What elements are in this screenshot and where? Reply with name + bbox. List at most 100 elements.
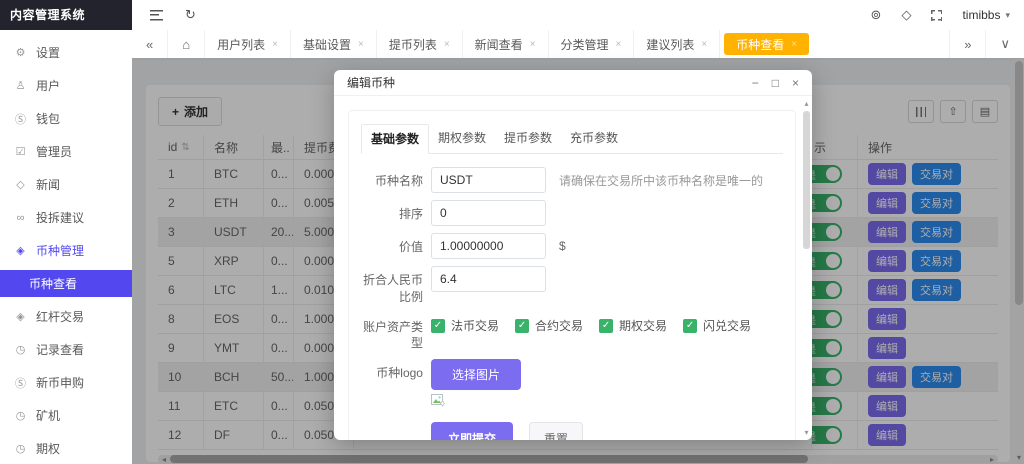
value-input[interactable] (431, 233, 546, 259)
submit-button[interactable]: 立即提交 (431, 422, 513, 440)
admins-icon: ☑ (13, 145, 28, 158)
close-tab-icon[interactable]: × (272, 39, 278, 50)
modal-tab-基础参数[interactable]: 基础参数 (361, 124, 429, 154)
sidebar-item-label: 钱包 (36, 110, 60, 127)
checkbox-checked-icon[interactable]: ✓ (599, 319, 613, 333)
collapse-menu-icon[interactable] (150, 10, 163, 21)
user-menu[interactable]: timibbs ▾ (962, 8, 1010, 22)
tabbar-tabs: 用户列表×基础设置×提币列表×新闻查看×分类管理×建议列表×币种查看× (205, 30, 813, 58)
field-label-cny-ratio: 折合人民币比例 (361, 266, 423, 306)
sidebar-item-label: 管理员 (36, 143, 72, 160)
sidebar-item-users[interactable]: ♙用户 (0, 69, 132, 102)
tab-建议列表[interactable]: 建议列表 × (634, 30, 720, 58)
sidebar-item-miner[interactable]: ◷矿机 (0, 399, 132, 432)
tabbar: « ⌂ 用户列表×基础设置×提币列表×新闻查看×分类管理×建议列表×币种查看× … (132, 30, 1024, 58)
tab-用户列表[interactable]: 用户列表× (205, 30, 291, 58)
tab-label: 新闻查看 (475, 36, 523, 53)
sidebar-item-options[interactable]: ◷期权 (0, 432, 132, 464)
close-tab-icon[interactable]: × (530, 39, 536, 50)
logo-broken-image-icon (431, 394, 445, 407)
sidebar-item-lever-trade[interactable]: ◈红杆交易 (0, 300, 132, 333)
new-coin-icon: Ⓢ (13, 375, 28, 391)
sidebar-item-news[interactable]: ◇ 新闻 (0, 168, 132, 201)
asset-type-option[interactable]: ✓ 闪兑交易 (683, 317, 751, 334)
field-label-coin-name: 币种名称 (361, 167, 423, 190)
tabs-forward-icon[interactable]: » (949, 30, 985, 58)
modal-scroll-up-icon[interactable]: ▴ (802, 99, 811, 108)
choose-image-button[interactable]: 选择图片 (431, 359, 521, 390)
close-icon[interactable]: × (792, 77, 799, 89)
modal-scrollbar-thumb[interactable] (803, 111, 810, 249)
app-title: 内容管理系统 (0, 0, 132, 30)
tab-新闻查看[interactable]: 新闻查看 × (463, 30, 549, 58)
miner-icon: ◷ (13, 409, 28, 422)
sidebar-item-record-view[interactable]: ◷记录查看 (0, 333, 132, 366)
tab-提币列表[interactable]: 提币列表× (377, 30, 463, 58)
reset-button[interactable]: 重置 (529, 422, 583, 440)
checkbox-checked-icon[interactable]: ✓ (431, 319, 445, 333)
minimize-icon[interactable]: − (752, 77, 759, 89)
checkbox-checked-icon[interactable]: ✓ (683, 319, 697, 333)
close-tab-icon[interactable]: × (701, 39, 707, 50)
sidebar-item-label: 设置 (36, 44, 60, 61)
asset-type-option[interactable]: ✓ 法币交易 (431, 317, 499, 334)
sidebar-menu: ⚙ 设置 ♙用户 Ⓢ 钱包 ☑ 管理员 ◇ 新闻 ∞投拆建议◈币种管理币种查看 ◈红杆交易◷记录查看… (0, 30, 132, 464)
tab-label: 建议列表 (646, 36, 694, 53)
fullscreen-icon[interactable] (931, 10, 942, 21)
checkbox-label: 合约交易 (535, 317, 583, 334)
user-caret-icon: ▾ (1005, 10, 1010, 21)
close-tab-icon[interactable]: × (791, 39, 797, 50)
modal-scrollbar[interactable]: ▴ ▾ (802, 97, 811, 439)
sidebar-item-settings[interactable]: ⚙ 设置 (0, 36, 132, 69)
checkbox-checked-icon[interactable]: ✓ (515, 319, 529, 333)
modal-body: 基础参数期权参数提币参数充币参数 币种名称 请确保在交易所中该币种名称是唯一的 … (334, 96, 812, 440)
sidebar-item-new-coin[interactable]: Ⓢ新币申购 (0, 366, 132, 399)
cny-ratio-input[interactable] (431, 266, 546, 292)
tab-分类管理[interactable]: 分类管理× (549, 30, 635, 58)
modal-tab-提币参数[interactable]: 提币参数 (495, 124, 561, 154)
checkbox-label: 期权交易 (619, 317, 667, 334)
tab-币种查看[interactable]: 币种查看 × (724, 33, 809, 55)
refresh-icon[interactable]: ↻ (185, 7, 196, 23)
close-tab-icon[interactable]: × (616, 39, 622, 50)
tabs-more-icon[interactable]: ∨ (985, 30, 1024, 58)
tab-label: 币种查看 (736, 36, 784, 53)
field-label-value: 价值 (361, 233, 423, 256)
theme-icon[interactable]: ⊚ (871, 7, 882, 23)
value-suffix: $ (559, 239, 566, 253)
sidebar-item-suggestions[interactable]: ∞投拆建议 (0, 201, 132, 234)
sidebar-item-label: 投拆建议 (36, 209, 84, 226)
asset-type-option[interactable]: ✓ 合约交易 (515, 317, 583, 334)
sidebar-item-label: 用户 (36, 77, 60, 94)
asset-type-options: ✓ 法币交易 ✓ 合约交易 ✓ 期权交易 ✓ 闪兑交易 (431, 313, 767, 339)
wallet-icon: Ⓢ (13, 111, 28, 127)
coin-name-input[interactable] (431, 167, 546, 193)
options-icon: ◷ (13, 442, 28, 455)
tabs-back-icon[interactable]: « (132, 30, 168, 58)
checkbox-label: 闪兑交易 (703, 317, 751, 334)
modal-tab-充币参数[interactable]: 充币参数 (561, 124, 627, 154)
lever-trade-icon: ◈ (13, 310, 28, 323)
sidebar-item-label: 新闻 (36, 176, 60, 193)
tag-icon[interactable]: ◇ (901, 7, 911, 23)
news-icon: ◇ (13, 178, 28, 191)
sidebar-item-admins[interactable]: ☑ 管理员 (0, 135, 132, 168)
settings-icon: ⚙ (13, 46, 28, 59)
coin-manage-icon: ◈ (13, 244, 28, 257)
record-view-icon: ◷ (13, 343, 28, 356)
asset-type-option[interactable]: ✓ 期权交易 (599, 317, 667, 334)
modal-tab-期权参数[interactable]: 期权参数 (429, 124, 495, 154)
username: timibbs (962, 8, 1000, 22)
sort-input[interactable] (431, 200, 546, 226)
close-tab-icon[interactable]: × (444, 39, 450, 50)
maximize-icon[interactable]: □ (772, 77, 779, 89)
sidebar-item-wallet[interactable]: Ⓢ 钱包 (0, 102, 132, 135)
modal-scroll-down-icon[interactable]: ▾ (802, 428, 811, 437)
tab-基础设置[interactable]: 基础设置× (291, 30, 377, 58)
sidebar-item-coin-view[interactable]: 币种查看 (0, 270, 132, 297)
sidebar-item-coin-manage[interactable]: ◈币种管理 (0, 234, 132, 267)
edit-coin-modal: 编辑币种 − □ × 基础参数期权参数提币参数充币参数 币种名称 请确保在交易所… (334, 70, 812, 440)
home-icon[interactable]: ⌂ (168, 30, 205, 58)
close-tab-icon[interactable]: × (358, 39, 364, 50)
checkbox-label: 法币交易 (451, 317, 499, 334)
